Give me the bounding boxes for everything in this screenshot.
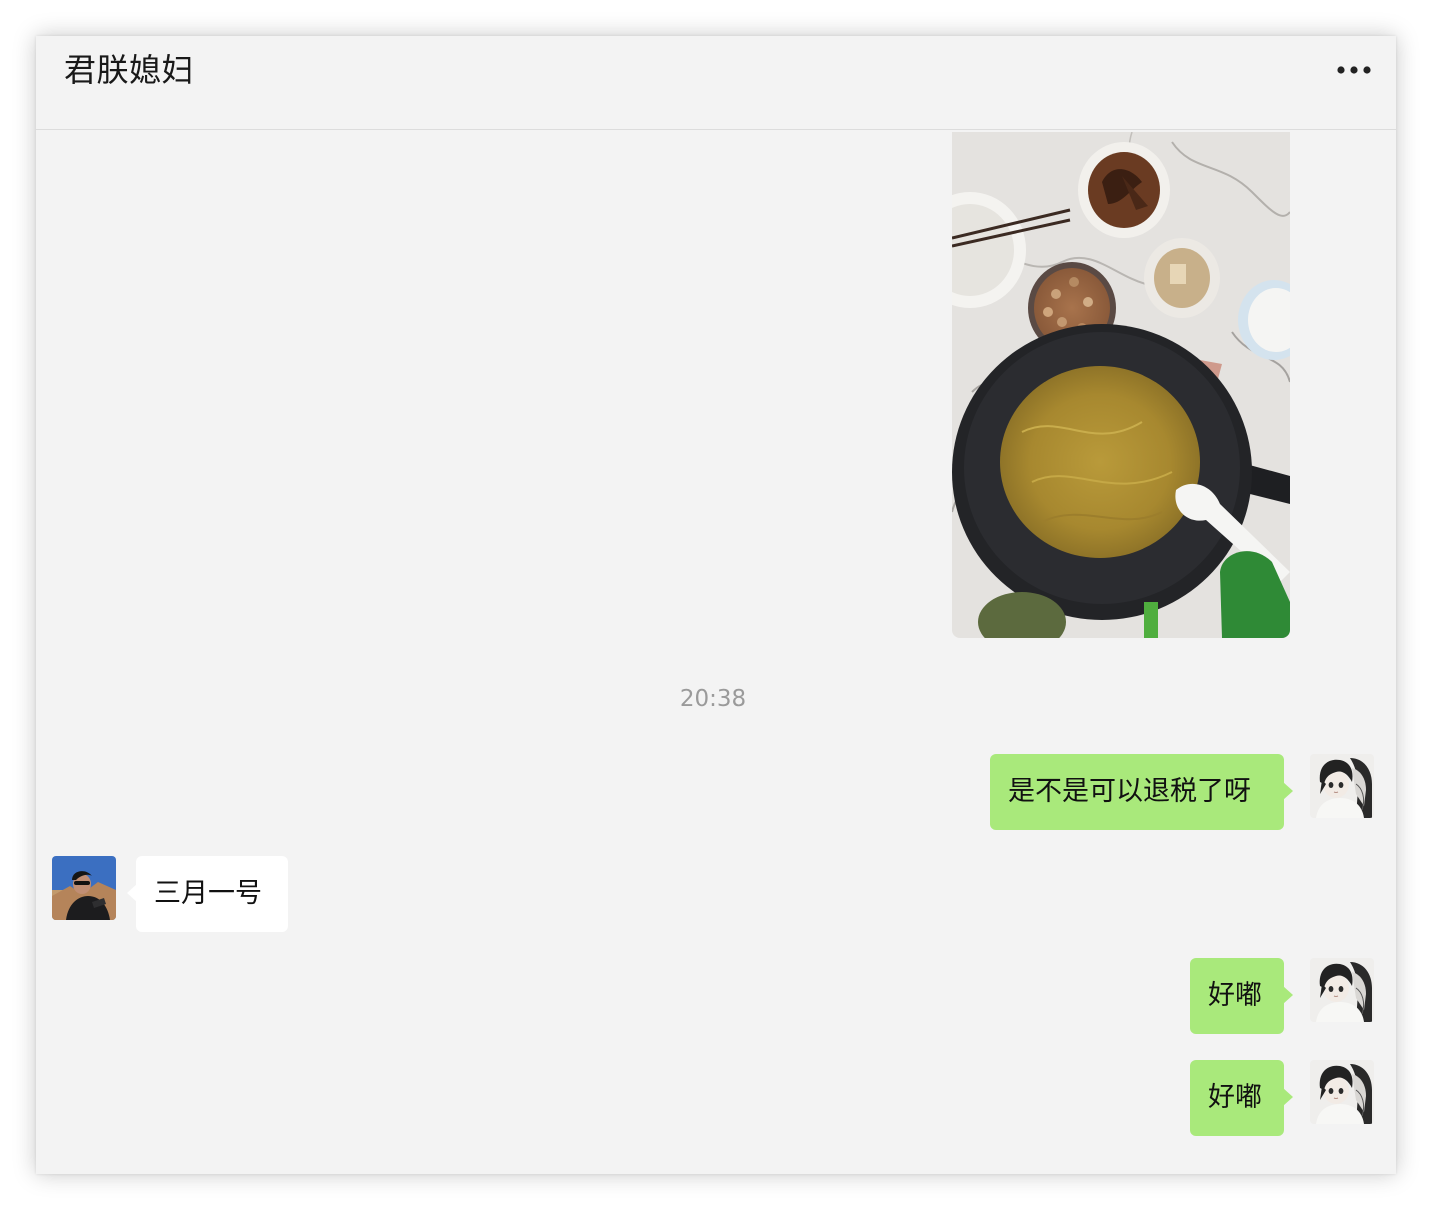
avatar-image <box>52 856 116 920</box>
more-horizontal-icon <box>1337 66 1371 74</box>
image-message[interactable] <box>952 132 1290 638</box>
chat-title: 君朕媳妇 <box>64 51 195 89</box>
chat-header: 君朕媳妇 <box>36 36 1396 130</box>
more-options-button[interactable] <box>1332 56 1380 84</box>
incoming-message-bubble[interactable]: 三月一号 <box>127 856 288 932</box>
avatar-image <box>1310 1060 1374 1124</box>
message-timestamp: 20:38 <box>679 686 747 712</box>
avatar-image <box>1310 958 1374 1022</box>
food-photo-image <box>952 132 1290 638</box>
my-avatar[interactable] <box>1310 958 1374 1022</box>
message-text: 是不是可以退税了呀 <box>1008 776 1251 807</box>
message-text: 好嘟 <box>1208 1082 1262 1113</box>
message-text: 三月一号 <box>154 878 262 909</box>
my-avatar[interactable] <box>1310 754 1374 818</box>
contact-avatar[interactable] <box>52 856 116 920</box>
my-avatar[interactable] <box>1310 1060 1374 1124</box>
outgoing-message-bubble[interactable]: 是不是可以退税了呀 <box>990 754 1293 830</box>
message-text: 好嘟 <box>1208 980 1262 1011</box>
outgoing-message-bubble[interactable]: 好嘟 <box>1190 958 1293 1034</box>
outgoing-message-bubble[interactable]: 好嘟 <box>1190 1060 1293 1136</box>
chat-window: 君朕媳妇 20:38 是不是可以退税了呀 三月一号 好嘟 好嘟 <box>36 36 1396 1174</box>
avatar-image <box>1310 754 1374 818</box>
